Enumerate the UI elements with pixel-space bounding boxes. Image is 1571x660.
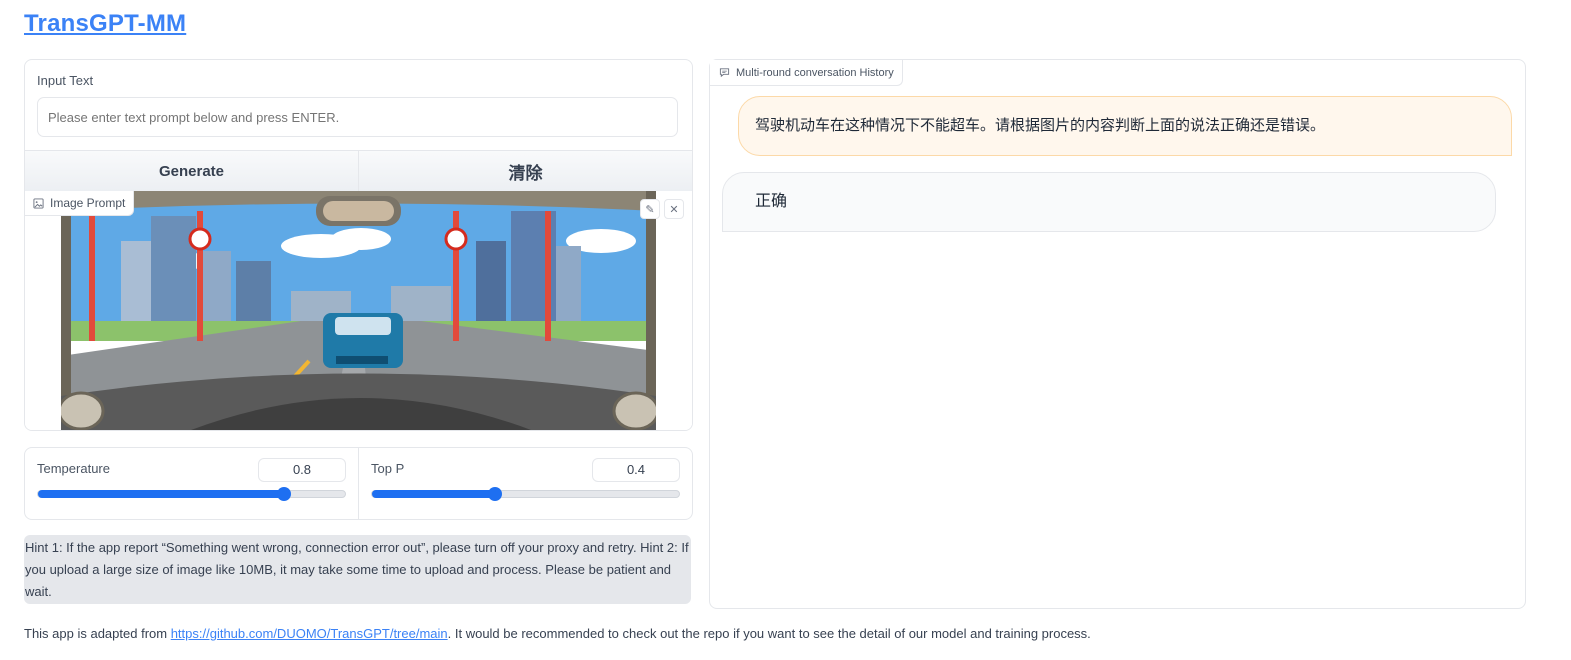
user-message: 驾驶机动车在这种情况下不能超车。请根据图片的内容判断上面的说法正确还是错误。	[738, 96, 1512, 156]
action-buttons: Generate 清除	[25, 150, 692, 192]
chat-bubble-icon	[719, 68, 730, 78]
temperature-control: Temperature 0.8	[25, 448, 358, 519]
top-p-control: Top P 0.4	[358, 448, 692, 519]
top-p-label: Top P	[371, 461, 405, 476]
input-panel: Input Text Generate 清除 Image Prompt ✎ ✕	[24, 59, 693, 431]
temperature-slider-thumb[interactable]	[276, 487, 291, 501]
chat-history-panel: Multi-round conversation History 驾驶机动车在这…	[709, 59, 1526, 609]
top-p-slider-thumb[interactable]	[487, 487, 502, 501]
top-p-slider[interactable]	[371, 487, 680, 501]
image-icon	[33, 197, 44, 209]
footer-prefix: This app is adapted from	[24, 626, 171, 641]
temperature-value-input[interactable]: 0.8	[258, 458, 346, 482]
footer-suffix: . It would be recommended to check out t…	[447, 626, 1091, 641]
top-p-slider-fill	[372, 490, 495, 498]
footer-text: This app is adapted from https://github.…	[24, 626, 1091, 641]
image-prompt-label: Image Prompt	[50, 196, 126, 210]
image-prompt-tag: Image Prompt	[25, 191, 135, 216]
temperature-slider-fill	[38, 490, 284, 498]
clear-button[interactable]: 清除	[358, 151, 692, 191]
image-prompt-area[interactable]: Image Prompt ✎ ✕	[25, 191, 692, 430]
close-icon[interactable]: ✕	[664, 199, 684, 219]
generate-button[interactable]: Generate	[25, 151, 358, 191]
app-title[interactable]: TransGPT-MM	[24, 10, 186, 38]
chat-history-label: Multi-round conversation History	[736, 66, 894, 79]
image-actions: ✎ ✕	[640, 199, 684, 219]
temperature-slider[interactable]	[37, 487, 346, 501]
chat-history-tag: Multi-round conversation History	[710, 60, 903, 86]
top-p-value-input[interactable]: 0.4	[592, 458, 680, 482]
hint-box: Hint 1: If the app report “Something wen…	[24, 535, 691, 604]
uploaded-image	[61, 191, 656, 430]
edit-icon[interactable]: ✎	[640, 199, 660, 219]
temperature-label: Temperature	[37, 461, 110, 476]
repo-link[interactable]: https://github.com/DUOMO/TransGPT/tree/m…	[171, 626, 448, 641]
slider-panel: Temperature 0.8 Top P 0.4	[24, 447, 693, 520]
bot-message: 正确	[722, 172, 1496, 232]
prompt-input[interactable]	[37, 97, 678, 137]
input-text-label: Input Text	[37, 73, 94, 88]
